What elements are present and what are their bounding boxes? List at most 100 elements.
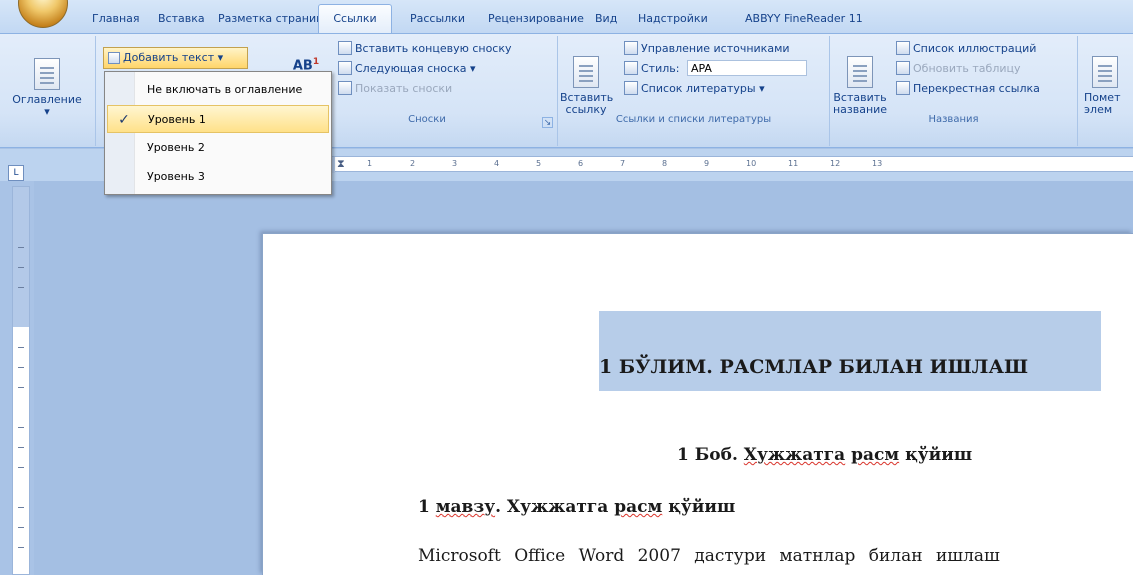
menu-item-label: Не включать в оглавление xyxy=(147,83,303,96)
manage-sources-icon xyxy=(624,41,638,55)
insert-citation-icon xyxy=(573,56,599,88)
toc-button[interactable]: Оглавление ▾ xyxy=(4,58,90,118)
tab-home[interactable]: Главная xyxy=(92,9,140,31)
insert-caption-icon xyxy=(847,56,873,88)
menu-item-level-2[interactable]: Уровень 2 xyxy=(107,134,329,162)
chevron-down-icon: ▾ xyxy=(44,105,50,118)
manage-sources-label: Управление источниками xyxy=(641,42,790,55)
body-paragraph[interactable]: Microsoft Office Word 2007 дастури матнл… xyxy=(418,546,1133,566)
show-notes-icon xyxy=(338,81,352,95)
cross-reference-icon xyxy=(896,81,910,95)
heading-1[interactable]: 1 БЎЛИМ. РАСМЛАР БИЛАН ИШЛАШ xyxy=(599,356,1101,378)
horizontal-ruler[interactable]: 1 1 2 3 4 5 6 7 8 9 10 11 12 13 ⧗ xyxy=(262,156,1133,173)
heading-2-word: Хужжатга xyxy=(743,445,846,465)
mark-entry-label-2: элем xyxy=(1084,103,1113,116)
tab-insert[interactable]: Вставка xyxy=(158,9,205,31)
ruler-tick: 4 xyxy=(494,159,500,168)
menu-item-exclude[interactable]: Не включать в оглавление xyxy=(107,76,329,104)
tab-view[interactable]: Вид xyxy=(595,9,617,31)
toc-icon xyxy=(34,58,60,90)
document-page[interactable]: 1 БЎЛИМ. РАСМЛАР БИЛАН ИШЛАШ 1 Боб. Хужж… xyxy=(262,233,1133,575)
update-table-icon xyxy=(896,61,910,75)
footnotes-dialog-launcher[interactable]: ↘ xyxy=(542,117,553,128)
table-of-figures-icon xyxy=(896,41,910,55)
table-of-figures-button[interactable]: Список иллюстраций xyxy=(896,40,1036,58)
chevron-down-icon: ▾ xyxy=(217,51,224,64)
group-captions: Вставить название Список иллюстраций Обн… xyxy=(830,36,1078,146)
ruler-tick: 6 xyxy=(578,159,584,168)
ribbon-tab-row: Главная Вставка Разметка страницы Ссылки… xyxy=(0,0,1133,34)
show-notes-label: Показать сноски xyxy=(355,82,453,95)
ruler-tick: 8 xyxy=(662,159,668,168)
heading-3-word: қўйиш xyxy=(668,497,736,517)
bibliography-icon xyxy=(624,81,638,95)
insert-caption-button[interactable]: Вставить название xyxy=(832,56,888,116)
menu-item-label: Уровень 2 xyxy=(147,141,205,154)
heading-3[interactable]: 1 мавзу. Хужжатга расм қўйиш xyxy=(418,497,735,517)
heading-3-prefix: 1 xyxy=(418,497,436,517)
next-footnote-label: Следующая сноска xyxy=(355,62,467,75)
mark-entry-button[interactable]: Помет элем xyxy=(1084,56,1133,116)
insert-citation-button[interactable]: Вставить ссылку xyxy=(560,56,613,116)
cross-reference-label: Перекрестная ссылка xyxy=(913,82,1040,95)
ruler-tick: 3 xyxy=(452,159,458,168)
heading-3-word: . Хужжатга xyxy=(495,497,609,517)
check-icon: ✓ xyxy=(118,112,130,128)
next-footnote-icon xyxy=(338,61,352,75)
tab-page-layout[interactable]: Разметка страницы xyxy=(218,9,332,31)
ruler-margin-top xyxy=(13,187,29,327)
menu-item-level-1[interactable]: ✓ Уровень 1 xyxy=(107,105,329,133)
tab-mailings[interactable]: Рассылки xyxy=(410,9,465,31)
bibliography-button[interactable]: Список литературы ▾ xyxy=(624,80,765,98)
vertical-ruler[interactable] xyxy=(12,186,30,575)
manage-sources-button[interactable]: Управление источниками xyxy=(624,40,790,58)
add-text-dropdown: Не включать в оглавление ✓ Уровень 1 Уро… xyxy=(104,71,332,195)
style-selector[interactable]: Стиль: APA xyxy=(624,60,807,78)
heading-3-word: мавзу xyxy=(435,497,496,517)
menu-item-label: Уровень 1 xyxy=(148,113,206,126)
ruler-tick: 11 xyxy=(788,159,799,168)
add-text-icon xyxy=(108,52,120,64)
insert-endnote-button[interactable]: Вставить концевую сноску xyxy=(338,40,512,58)
tab-abbyy[interactable]: ABBYY FineReader 11 xyxy=(745,9,863,31)
cross-reference-button[interactable]: Перекрестная ссылка xyxy=(896,80,1040,98)
ruler-tick: 5 xyxy=(536,159,542,168)
heading-3-word: расм xyxy=(614,497,663,517)
menu-item-level-3[interactable]: Уровень 3 xyxy=(107,163,329,191)
show-notes-button[interactable]: Показать сноски xyxy=(338,80,452,98)
menu-item-label: Уровень 3 xyxy=(147,170,205,183)
heading-2-word: қўйиш xyxy=(905,445,973,465)
ruler-tick: 13 xyxy=(872,159,883,168)
add-text-label: Добавить текст xyxy=(123,51,215,64)
tab-review[interactable]: Рецензирование xyxy=(488,9,584,31)
ruler-tick: 12 xyxy=(830,159,841,168)
citations-group-label: Ссылки и списки литературы xyxy=(615,114,772,125)
group-toc: Оглавление ▾ xyxy=(0,36,96,146)
insert-footnote-button[interactable]: AB1 xyxy=(288,56,324,72)
group-citations: Вставить ссылку Управление источниками С… xyxy=(558,36,830,146)
tab-references[interactable]: Ссылки xyxy=(318,4,392,34)
bibliography-label: Список литературы xyxy=(641,82,756,95)
style-icon xyxy=(624,61,638,75)
group-index: Помет элем xyxy=(1080,36,1133,146)
ruler-tick: 7 xyxy=(620,159,626,168)
insert-endnote-label: Вставить концевую сноску xyxy=(355,42,512,55)
office-button[interactable] xyxy=(18,0,68,28)
heading-2-prefix: 1 Боб. xyxy=(677,445,744,465)
style-value[interactable]: APA xyxy=(686,60,807,76)
heading-2[interactable]: 1 Боб. Хужжатга расм қўйиш xyxy=(677,445,972,465)
tab-selector[interactable]: L xyxy=(8,165,24,181)
ruler-tick: 1 xyxy=(367,159,373,168)
update-table-button[interactable]: Обновить таблицу xyxy=(896,60,1021,78)
captions-group-label: Названия xyxy=(928,114,979,125)
style-label: Стиль: xyxy=(641,62,680,75)
endnote-icon xyxy=(338,41,352,55)
indent-marker-icon[interactable]: ⧗ xyxy=(337,157,345,171)
add-text-button[interactable]: Добавить текст ▾ xyxy=(103,47,248,69)
next-footnote-button[interactable]: Следующая сноска ▾ xyxy=(338,60,476,78)
ruler-tick: 2 xyxy=(410,159,416,168)
ruler-tick: 10 xyxy=(746,159,757,168)
table-of-figures-label: Список иллюстраций xyxy=(913,42,1037,55)
tab-addins[interactable]: Надстройки xyxy=(638,9,708,31)
footnotes-group-label: Сноски xyxy=(408,114,446,125)
